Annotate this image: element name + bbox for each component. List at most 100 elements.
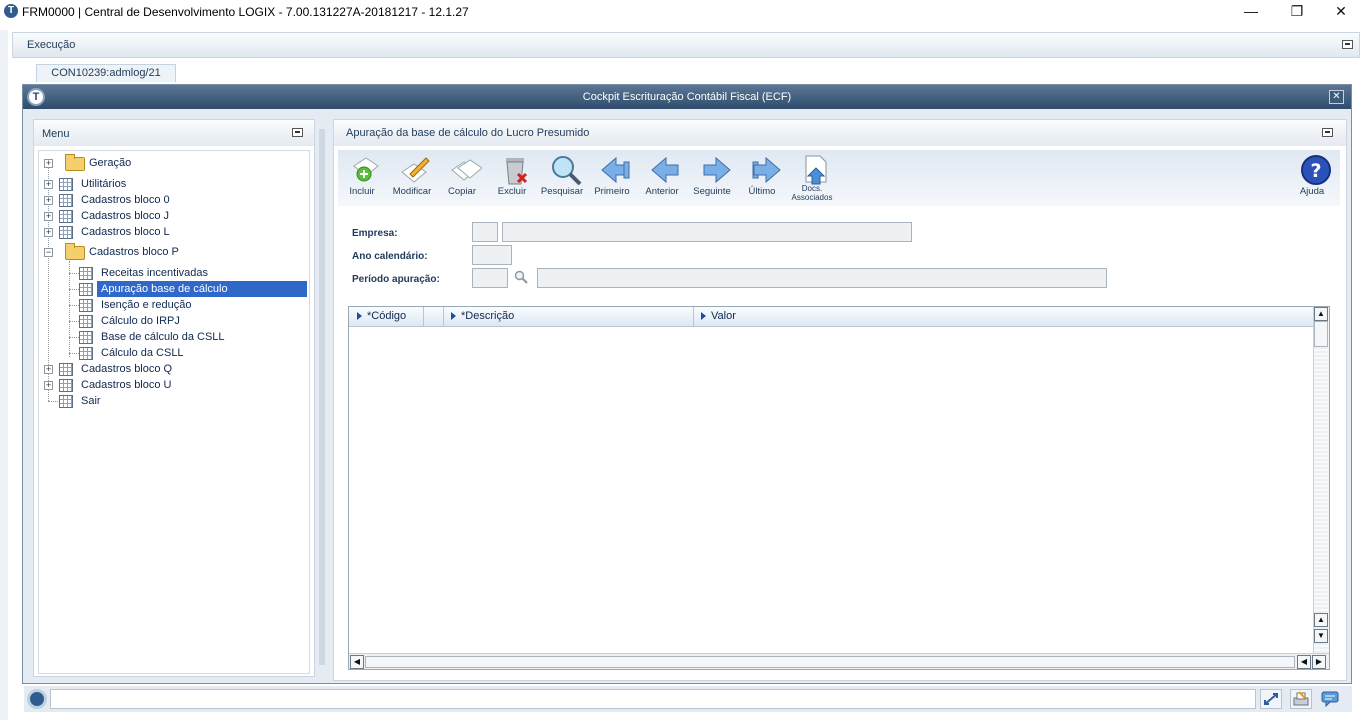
empresa-label: Empresa: xyxy=(352,228,398,239)
tree-item-cadastros-bloco-l[interactable]: Cadastros bloco L xyxy=(81,224,170,240)
ano-calendario-input[interactable] xyxy=(472,245,512,265)
incluir-button[interactable]: Incluir xyxy=(338,152,386,206)
docs-associados-button[interactable]: Docs. Associados xyxy=(788,152,836,206)
collapse-toggle[interactable]: − xyxy=(44,248,53,257)
tree-item-calculo-irpj[interactable]: Cálculo do IRPJ xyxy=(101,313,180,329)
main-title: Apuração da base de cálculo do Lucro Pre… xyxy=(346,127,590,139)
execution-label: Execução xyxy=(27,39,76,51)
grid-icon xyxy=(59,379,73,392)
collapse-main-button[interactable] xyxy=(1322,128,1333,137)
scroll-thumb[interactable] xyxy=(1314,321,1328,347)
tree-item-cadastros-bloco-p[interactable]: Cadastros bloco P xyxy=(89,244,179,260)
menu-title: Menu xyxy=(42,128,70,140)
help-icon: ? xyxy=(1300,154,1331,185)
resize-icon[interactable] xyxy=(1260,689,1282,709)
edit-pencil-icon xyxy=(400,154,430,184)
collapse-menu-button[interactable] xyxy=(292,128,303,137)
first-arrow-icon xyxy=(600,154,630,184)
magnifier-icon xyxy=(550,154,582,186)
menu-tree: + Geração + Utilitários + Cadastros bloc… xyxy=(38,150,310,674)
seguinte-button[interactable]: Seguinte xyxy=(688,152,736,206)
panel-splitter[interactable] xyxy=(319,129,325,665)
expand-toggle[interactable]: + xyxy=(44,196,53,205)
grid-icon xyxy=(79,267,93,280)
collapse-execution-button[interactable] xyxy=(1342,40,1353,49)
expand-toggle[interactable]: + xyxy=(44,381,53,390)
tree-item-receitas-incentivadas[interactable]: Receitas incentivadas xyxy=(101,265,208,281)
close-button[interactable]: ✕ xyxy=(1318,0,1364,24)
periodo-desc-input[interactable] xyxy=(537,268,1107,288)
tree-item-geracao[interactable]: Geração xyxy=(89,155,131,171)
trash-icon xyxy=(500,154,530,185)
pesquisar-button[interactable]: Pesquisar xyxy=(538,152,586,206)
expand-toggle[interactable]: + xyxy=(44,212,53,221)
window-title-bar: T FRM0000 | Central de Desenvolvimento L… xyxy=(0,0,1366,24)
grid-vertical-scrollbar[interactable]: ▲ ▲ ▼ xyxy=(1313,307,1329,653)
anterior-button[interactable]: Anterior xyxy=(638,152,686,206)
tab-con10239[interactable]: CON10239:admlog/21 xyxy=(36,64,176,82)
grid-icon xyxy=(59,210,73,223)
scroll-up-button[interactable]: ▲ xyxy=(1314,307,1328,321)
expand-toggle[interactable]: + xyxy=(44,365,53,374)
add-document-icon xyxy=(350,154,380,184)
horizontal-scroll-thumb[interactable] xyxy=(365,656,1295,668)
grid-icon xyxy=(79,315,93,328)
ajuda-button[interactable]: ? Ajuda xyxy=(1288,152,1336,206)
expand-toggle[interactable]: + xyxy=(44,180,53,189)
last-arrow-icon xyxy=(750,154,781,184)
tree-item-calculo-csll[interactable]: Cálculo da CSLL xyxy=(101,345,184,361)
tree-item-sair[interactable]: Sair xyxy=(81,393,101,409)
execution-bar: Execução xyxy=(12,32,1360,58)
folder-icon xyxy=(65,154,85,171)
attached-docs-icon xyxy=(800,154,830,185)
cockpit-title: Cockpit Escrituração Contábil Fiscal (EC… xyxy=(582,91,792,103)
cockpit-window: T Cockpit Escrituração Contábil Fiscal (… xyxy=(22,84,1352,684)
grid-icon xyxy=(79,299,93,312)
scroll-right-button[interactable]: ▶ xyxy=(1312,655,1326,669)
status-message-field xyxy=(50,689,1256,709)
column-codigo[interactable]: *Código xyxy=(357,310,406,322)
expand-toggle[interactable]: + xyxy=(44,228,53,237)
expand-toggle[interactable]: + xyxy=(44,159,53,168)
tree-item-cadastros-bloco-q[interactable]: Cadastros bloco Q xyxy=(81,361,172,377)
ano-calendario-label: Ano calendário: xyxy=(352,251,428,262)
message-icon[interactable] xyxy=(1320,689,1342,709)
grid-icon xyxy=(79,283,93,296)
tree-item-cadastros-bloco-0[interactable]: Cadastros bloco 0 xyxy=(81,192,170,208)
cockpit-close-button[interactable]: ✕ xyxy=(1329,90,1344,104)
copiar-button[interactable]: Copiar xyxy=(438,152,486,206)
ultimo-button[interactable]: Último xyxy=(738,152,786,206)
periodo-code-input[interactable] xyxy=(472,268,508,288)
next-arrow-icon xyxy=(700,154,731,184)
empresa-code-input[interactable] xyxy=(472,222,498,242)
tree-item-base-calculo-csll[interactable]: Base de cálculo da CSLL xyxy=(101,329,225,345)
minimize-button[interactable]: — xyxy=(1228,0,1274,24)
cockpit-header: T Cockpit Escrituração Contábil Fiscal (… xyxy=(23,85,1351,109)
menu-header: Menu xyxy=(34,120,314,146)
maximize-button[interactable]: ❐ xyxy=(1274,0,1320,24)
tree-item-cadastros-bloco-j[interactable]: Cadastros bloco J xyxy=(81,208,169,224)
grid-icon xyxy=(59,395,73,408)
scroll-left-button[interactable]: ◀ xyxy=(350,655,364,669)
printer-icon[interactable] xyxy=(1290,689,1312,709)
tree-item-isencao-reducao[interactable]: Isenção e redução xyxy=(101,297,192,313)
empresa-name-input[interactable] xyxy=(502,222,912,242)
grid-icon xyxy=(79,347,93,360)
copy-pages-icon xyxy=(450,154,483,184)
main-header: Apuração da base de cálculo do Lucro Pre… xyxy=(334,120,1346,146)
primeiro-button[interactable]: Primeiro xyxy=(588,152,636,206)
scroll-down-button[interactable]: ▼ xyxy=(1314,629,1328,643)
tree-item-utilitarios[interactable]: Utilitários xyxy=(81,176,126,192)
zoom-search-icon[interactable] xyxy=(514,270,528,284)
column-valor[interactable]: Valor xyxy=(701,310,736,322)
tree-item-cadastros-bloco-u[interactable]: Cadastros bloco U xyxy=(81,377,172,393)
scroll-left-small-button[interactable]: ◀ xyxy=(1297,655,1311,669)
left-edge-handle xyxy=(0,30,8,720)
svg-text:?: ? xyxy=(1310,160,1321,182)
scroll-up-small-button[interactable]: ▲ xyxy=(1314,613,1328,627)
tree-item-apuracao-base-calculo[interactable]: Apuração base de cálculo xyxy=(97,281,307,297)
grid-horizontal-scrollbar[interactable]: ◀ ◀ ▶ xyxy=(349,653,1329,669)
column-descricao[interactable]: *Descrição xyxy=(451,310,514,322)
modificar-button[interactable]: Modificar xyxy=(388,152,436,206)
excluir-button[interactable]: Excluir xyxy=(488,152,536,206)
